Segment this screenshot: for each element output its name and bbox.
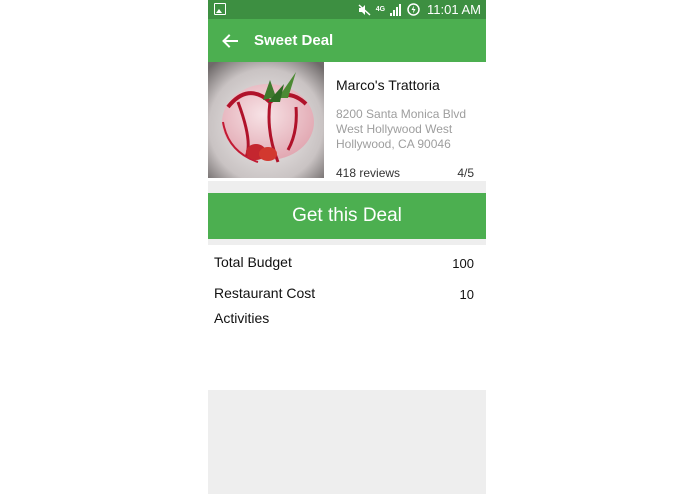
gallery-notification-icon (214, 3, 226, 15)
status-icons: 4G 11:01 AM (358, 1, 481, 18)
divider (208, 181, 486, 193)
footer-area (208, 390, 486, 494)
phone-screen: 4G 11:01 AM Sweet Deal Marco's Trattoria… (208, 0, 486, 494)
get-deal-button[interactable]: Get this Deal (208, 193, 486, 239)
battery-charging-icon (407, 3, 420, 16)
back-arrow-icon[interactable] (220, 31, 240, 51)
clock: 11:01 AM (427, 2, 481, 17)
address-line-3: Hollywood, CA 90046 (336, 137, 451, 151)
toolbar-title: Sweet Deal (254, 32, 334, 49)
address-line-1: 8200 Santa Monica Blvd (336, 107, 467, 121)
app-toolbar: Sweet Deal (208, 19, 486, 62)
restaurant-cost-value: 10 (459, 287, 474, 302)
rating: 4/5 (457, 166, 474, 180)
address-line-2: West Hollywood West (336, 122, 453, 136)
restaurant-cost-label: Restaurant Cost (214, 285, 316, 301)
restaurant-image (208, 62, 324, 178)
total-budget-value: 100 (452, 256, 474, 271)
status-bar: 4G 11:01 AM (208, 0, 486, 19)
activities-label: Activities (214, 310, 270, 326)
network-type: 4G (375, 6, 386, 13)
restaurant-card[interactable]: Marco's Trattoria 8200 Santa Monica Blvd… (208, 62, 486, 181)
review-count: 418 reviews (336, 166, 401, 180)
total-budget-label: Total Budget (214, 254, 292, 270)
mute-icon (358, 3, 371, 16)
restaurant-name: Marco's Trattoria (336, 77, 440, 93)
signal-icon (390, 3, 402, 16)
divider (208, 239, 486, 245)
